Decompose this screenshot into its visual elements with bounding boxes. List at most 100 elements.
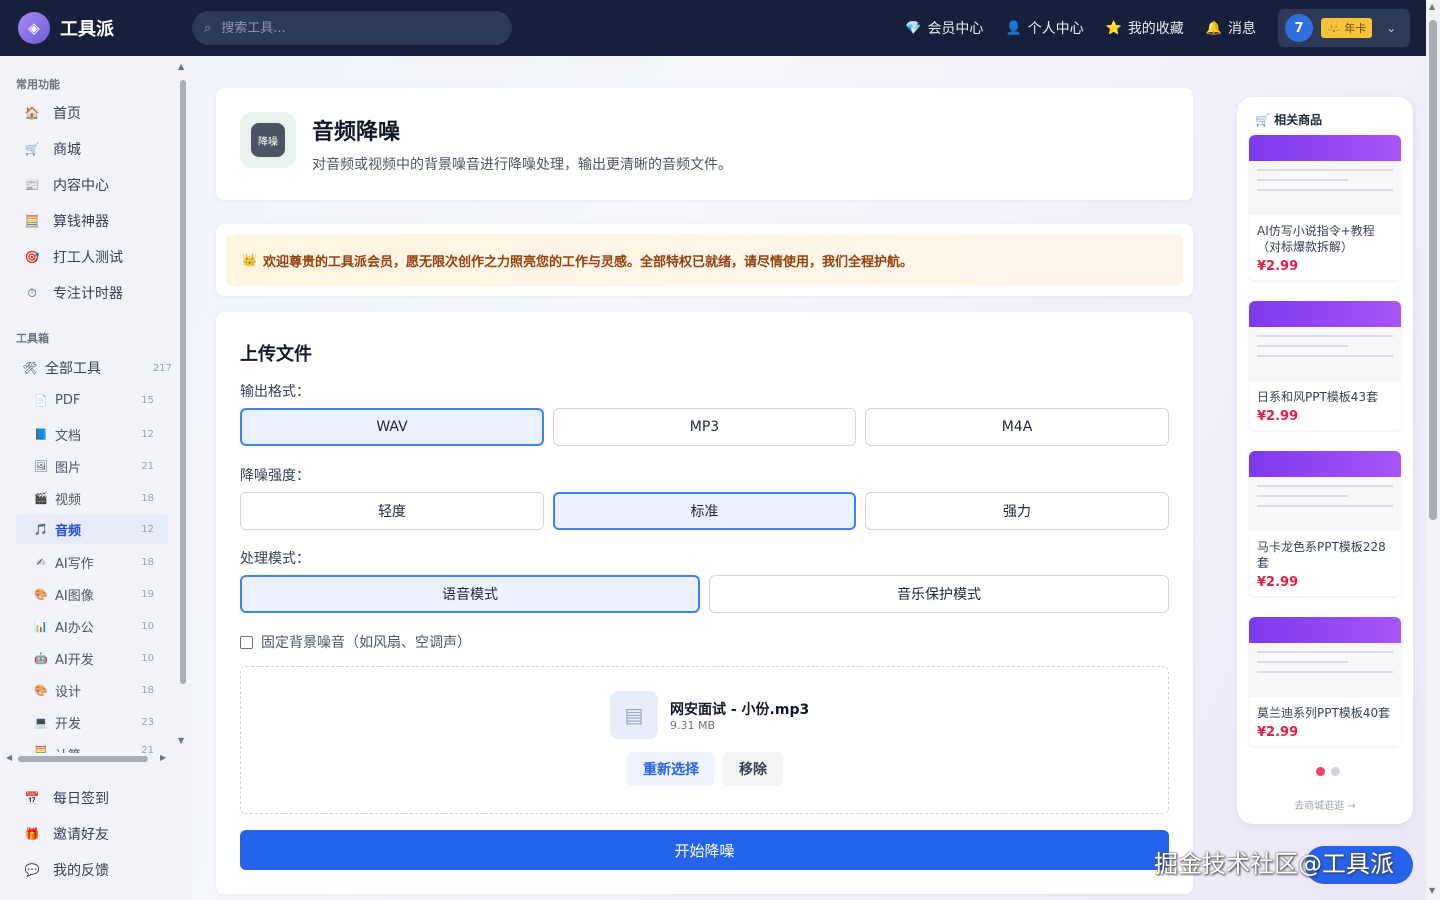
product-thumbnail <box>1249 617 1401 697</box>
sidebar-item-label: PDF <box>55 393 81 408</box>
page-title: 音频降噪 <box>312 120 401 145</box>
tool-count: 21 <box>141 461 154 472</box>
bell-icon: 🔔 <box>1205 20 1222 36</box>
sidebar-scrollbar[interactable]: ▲ ▼ <box>178 62 188 748</box>
start-denoise-button[interactable]: 开始降噪 <box>240 830 1169 870</box>
home-icon: 🏠 <box>24 106 40 120</box>
sidebar-item-calc[interactable]: 🧮 计算 21 <box>34 745 168 753</box>
sidebar-hscrollbar[interactable]: ◀ ▶ <box>6 753 170 764</box>
related-title-text: 相关商品 <box>1274 113 1323 127</box>
sidebar-item-design[interactable]: 🎨 设计 18 <box>34 681 168 700</box>
file-drop-zone[interactable]: ▤ 网安面试 - 小份.mp3 9.31 MB 重新选择 移除 <box>240 666 1169 814</box>
sidebar-item-video[interactable]: 🎬 视频 18 <box>34 489 168 508</box>
page-scrollbar[interactable]: ▲ ▼ <box>1426 0 1440 900</box>
sidebar-item-docs[interactable]: 📘 文档 12 <box>34 425 168 444</box>
sidebar-item-ai-dev[interactable]: 🤖 AI开发 10 <box>34 649 168 668</box>
diamond-icon: 💎 <box>905 20 922 36</box>
sidebar-item-worker-test[interactable]: 🎯 打工人测试 <box>24 247 123 267</box>
fixed-noise-option[interactable]: 固定背景噪音（如风扇、空调声） <box>240 632 471 652</box>
product-card[interactable]: 马卡龙色系PPT模板228套 ¥2.99 <box>1249 451 1401 596</box>
tool-count: 12 <box>141 523 154 535</box>
product-card[interactable]: 莫兰迪系列PPT模板40套 ¥2.99 <box>1249 617 1401 746</box>
sidebar-item-focus-timer[interactable]: ⏱ 专注计时器 <box>24 283 123 303</box>
sidebar-item-label: 邀请好友 <box>53 827 109 843</box>
strength-light-button[interactable]: 轻度 <box>240 492 544 530</box>
calendar-icon: 📅 <box>24 791 40 805</box>
sidebar-item-home[interactable]: 🏠 首页 <box>24 103 81 123</box>
nav-personal-center[interactable]: 👤 个人中心 <box>1005 18 1083 38</box>
sidebar-item-label: AI办公 <box>55 621 94 636</box>
strength-standard-button[interactable]: 标准 <box>553 492 856 530</box>
sidebar-item-ai-writing[interactable]: ✍ AI写作 18 <box>34 553 168 572</box>
logo[interactable]: ◈ 工具派 <box>18 12 192 44</box>
sidebar-item-dev[interactable]: 💻 开发 23 <box>34 713 168 732</box>
nav-label: 会员中心 <box>927 21 984 37</box>
scrollbar-thumb[interactable] <box>1429 20 1437 520</box>
product-card[interactable]: 日系和风PPT模板43套 ¥2.99 <box>1249 301 1401 430</box>
scroll-down-icon[interactable]: ▼ <box>178 736 184 745</box>
sidebar-item-calculator[interactable]: 🧮 算钱神器 <box>24 211 109 231</box>
user-menu[interactable]: 7 👑 年卡 ⌄ <box>1278 9 1410 47</box>
sidebar-item-invite[interactable]: 🎁 邀请好友 <box>24 824 109 844</box>
logo-icon: ◈ <box>18 12 50 44</box>
scrollbar-thumb[interactable] <box>180 80 186 684</box>
sidebar-item-ai-office[interactable]: 📊 AI办公 10 <box>34 617 168 636</box>
remove-button[interactable]: 移除 <box>723 752 783 786</box>
mode-voice-button[interactable]: 语音模式 <box>240 575 700 613</box>
scrollbar-thumb[interactable] <box>18 756 148 762</box>
product-price: ¥2.99 <box>1257 725 1299 740</box>
nav-member-center[interactable]: 💎 会员中心 <box>905 18 983 38</box>
format-wav-button[interactable]: WAV <box>240 408 544 446</box>
sidebar-item-audio[interactable]: 🎵 音频 12 <box>16 514 168 544</box>
scroll-up-icon[interactable]: ▲ <box>178 62 184 71</box>
sidebar-item-checkin[interactable]: 📅 每日签到 <box>24 788 109 808</box>
tool-count: 23 <box>141 717 154 728</box>
sidebar-item-content-center[interactable]: 📰 内容中心 <box>24 175 109 195</box>
sidebar-item-pdf[interactable]: 📄 PDF 15 <box>34 393 168 408</box>
user-icon: 👤 <box>1005 20 1022 36</box>
sidebar-item-label: 首页 <box>53 106 81 122</box>
search-box[interactable]: ⌕ <box>192 11 512 45</box>
scroll-left-icon[interactable]: ◀ <box>6 753 12 762</box>
product-name: 莫兰迪系列PPT模板40套 <box>1257 706 1391 720</box>
strength-strong-button[interactable]: 强力 <box>865 492 1169 530</box>
chat-bubble-icon: 💬 <box>24 863 40 877</box>
scroll-down-icon[interactable]: ▼ <box>1429 886 1435 895</box>
tool-count: 12 <box>141 429 154 440</box>
search-input[interactable] <box>221 20 472 36</box>
go-to-mall-link[interactable]: 去商城逛逛 → <box>1237 797 1413 812</box>
file-icon: ▤ <box>610 691 658 739</box>
image-icon: 🖼 <box>34 460 48 473</box>
sidebar: 常用功能 🏠 首页 🛒 商城 📰 内容中心 🧮 算钱神器 🎯 打工人测试 ⏱ 专注计时器 工… <box>0 56 192 900</box>
upload-card: 上传文件 输出格式： WAV MP3 M4A 降噪强度： 轻度 标准 强力 处理… <box>216 312 1193 894</box>
format-m4a-button[interactable]: M4A <box>865 408 1169 446</box>
section-common-label: 常用功能 <box>16 78 60 91</box>
sidebar-item-label: 音频 <box>55 523 82 539</box>
scroll-up-icon[interactable]: ▲ <box>1429 2 1435 11</box>
format-mp3-button[interactable]: MP3 <box>553 408 856 446</box>
upload-title: 上传文件 <box>240 344 312 365</box>
tool-count: 10 <box>141 621 154 632</box>
nav-messages[interactable]: 🔔 消息 <box>1206 18 1256 38</box>
nav-favorites[interactable]: ⭐ 我的收藏 <box>1106 18 1184 38</box>
star-icon: ⭐ <box>1105 20 1122 36</box>
product-card[interactable]: AI仿写小说指令+教程（对标爆款拆解） ¥2.99 <box>1249 135 1401 280</box>
fixed-noise-checkbox[interactable] <box>240 635 253 649</box>
sidebar-item-feedback[interactable]: 💬 我的反馈 <box>24 860 109 880</box>
mode-music-button[interactable]: 音乐保护模式 <box>709 575 1169 613</box>
reselect-button[interactable]: 重新选择 <box>627 752 715 786</box>
sidebar-item-ai-image[interactable]: 🎨 AI图像 19 <box>34 585 168 604</box>
mode-label: 处理模式： <box>240 551 310 567</box>
sidebar-item-mall[interactable]: 🛒 商城 <box>24 139 81 159</box>
palette-icon: 🎨 <box>34 588 48 601</box>
sidebar-item-all-tools[interactable]: 🛠 全部工具 217 <box>22 358 172 378</box>
carousel-dot[interactable] <box>1331 767 1340 776</box>
sidebar-item-image[interactable]: 🖼 图片 21 <box>34 457 168 476</box>
scroll-right-icon[interactable]: ▶ <box>160 753 166 762</box>
tool-count: 21 <box>141 745 154 753</box>
carousel-dot-active[interactable] <box>1316 767 1325 776</box>
target-icon: 🎯 <box>24 250 40 264</box>
search-icon: ⌕ <box>204 20 212 36</box>
sidebar-item-label: 设计 <box>55 685 82 700</box>
nav-label: 我的收藏 <box>1127 21 1184 37</box>
